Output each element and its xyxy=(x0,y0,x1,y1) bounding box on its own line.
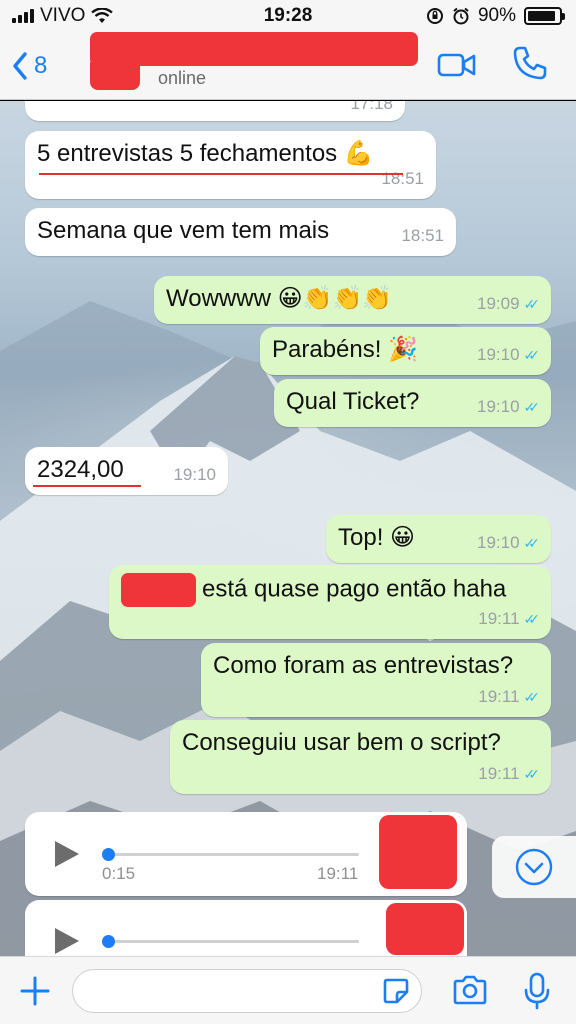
highlight-underline xyxy=(39,173,403,175)
alarm-icon xyxy=(453,7,469,25)
message-time: 19:10 xyxy=(173,465,216,484)
chat-area[interactable]: 17:18 5 entrevistas 5 fechamentos 💪 18:5… xyxy=(0,101,576,956)
status-bar: VIVO 19:28 90% xyxy=(0,0,576,32)
chat-header: 8 online xyxy=(0,32,576,100)
audio-scrubber[interactable] xyxy=(102,935,115,948)
sender-avatar-redacted xyxy=(386,903,464,955)
scroll-to-bottom-button[interactable] xyxy=(492,836,576,898)
message-time: 18:51 xyxy=(381,169,424,188)
audio-track[interactable] xyxy=(107,940,359,943)
message-time: 19:10 xyxy=(476,345,520,364)
message-time: 19:11 xyxy=(317,864,359,883)
message-time: 19:09 xyxy=(476,294,520,313)
read-receipt-icon: ✓✓ xyxy=(523,535,541,551)
battery-percent: 90% xyxy=(477,5,516,26)
read-receipt-icon: ✓✓ xyxy=(523,296,541,312)
chevron-down-circle-icon xyxy=(515,848,553,886)
read-receipt-icon: ✓✓ xyxy=(523,766,541,782)
back-button[interactable]: 8 xyxy=(12,52,47,80)
message-text: 5 entrevistas 5 fechamentos 💪 xyxy=(37,140,374,167)
message-text: 2324,00 xyxy=(37,456,124,483)
read-receipt-icon: ✓✓ xyxy=(523,347,541,363)
sender-avatar-redacted xyxy=(379,815,457,889)
video-call-icon[interactable] xyxy=(437,52,477,78)
microphone-icon[interactable] xyxy=(524,972,550,1010)
battery-icon xyxy=(524,7,565,25)
message-outgoing[interactable]: Qual Ticket? 19:10 ✓✓ xyxy=(274,379,551,427)
message-text: Semana que vem tem mais xyxy=(37,217,330,244)
message-time: 19:10 xyxy=(476,397,520,416)
message-outgoing[interactable]: Como foram as entrevistas? 19:11 ✓✓ xyxy=(201,643,551,717)
message-incoming[interactable]: 17:18 xyxy=(25,101,405,121)
audio-scrubber[interactable] xyxy=(102,848,115,861)
wifi-icon xyxy=(91,8,114,23)
message-time: 19:11 xyxy=(478,764,520,783)
message-composer xyxy=(0,956,576,1024)
read-receipt-icon: ✓✓ xyxy=(523,611,541,627)
carrier-label: VIVO xyxy=(40,5,86,26)
message-time: 19:11 xyxy=(478,609,520,628)
phone-call-icon[interactable] xyxy=(512,45,548,81)
plus-icon[interactable] xyxy=(20,976,50,1006)
message-time: 19:10 xyxy=(476,533,520,552)
message-input[interactable] xyxy=(72,969,422,1013)
message-time: 18:51 xyxy=(401,226,444,245)
battery-fill xyxy=(528,11,555,21)
rotation-lock-icon xyxy=(426,8,443,24)
message-text: está quase pago então haha xyxy=(202,575,507,603)
audio-track[interactable] xyxy=(107,853,359,856)
message-text: Conseguiu usar bem o script? xyxy=(182,729,501,756)
message-text: Como foram as entrevistas? xyxy=(213,652,514,679)
redacted-text xyxy=(121,573,196,607)
message-outgoing[interactable]: Wowwww 😀👏👏👏 19:09 ✓✓ xyxy=(154,276,551,324)
read-receipt-icon: ✓✓ xyxy=(523,399,541,415)
play-icon[interactable] xyxy=(55,841,79,867)
voice-message[interactable]: 0:15 19:11 xyxy=(25,812,467,896)
highlight-underline xyxy=(33,485,141,487)
message-incoming[interactable]: 2324,00 19:10 xyxy=(25,447,228,495)
message-text: Qual Ticket? xyxy=(286,388,420,415)
voice-duration: 0:15 xyxy=(102,864,136,883)
message-incoming[interactable]: 5 entrevistas 5 fechamentos 💪 18:51 xyxy=(25,131,436,199)
message-text: Wowwww 😀👏👏👏 xyxy=(166,285,393,312)
sticker-icon[interactable] xyxy=(382,977,410,1005)
message-outgoing[interactable]: Conseguiu usar bem o script? 19:11 ✓✓ xyxy=(170,720,551,794)
signal-icon xyxy=(12,9,34,23)
unread-count: 8 xyxy=(34,51,48,79)
contact-avatar[interactable] xyxy=(90,62,140,90)
contact-status: online xyxy=(158,68,207,88)
contact-name-redacted[interactable] xyxy=(90,32,418,66)
message-text: Top! 😀 xyxy=(338,524,416,551)
voice-message[interactable] xyxy=(25,900,467,956)
message-outgoing[interactable]: Parabéns! 🎉 19:10 ✓✓ xyxy=(260,327,551,375)
message-text: Parabéns! 🎉 xyxy=(272,336,418,363)
play-icon[interactable] xyxy=(55,928,79,954)
chevron-left-icon xyxy=(13,51,27,80)
camera-icon[interactable] xyxy=(452,975,488,1005)
message-time: 19:11 xyxy=(478,687,520,706)
message-outgoing[interactable]: está quase pago então haha 19:11 ✓✓ xyxy=(109,565,551,639)
read-receipt-icon: ✓✓ xyxy=(523,689,541,705)
message-incoming[interactable]: Semana que vem tem mais 18:51 xyxy=(25,208,456,256)
message-time: 17:18 xyxy=(350,101,393,113)
message-outgoing[interactable]: Top! 😀 19:10 ✓✓ xyxy=(326,515,551,563)
